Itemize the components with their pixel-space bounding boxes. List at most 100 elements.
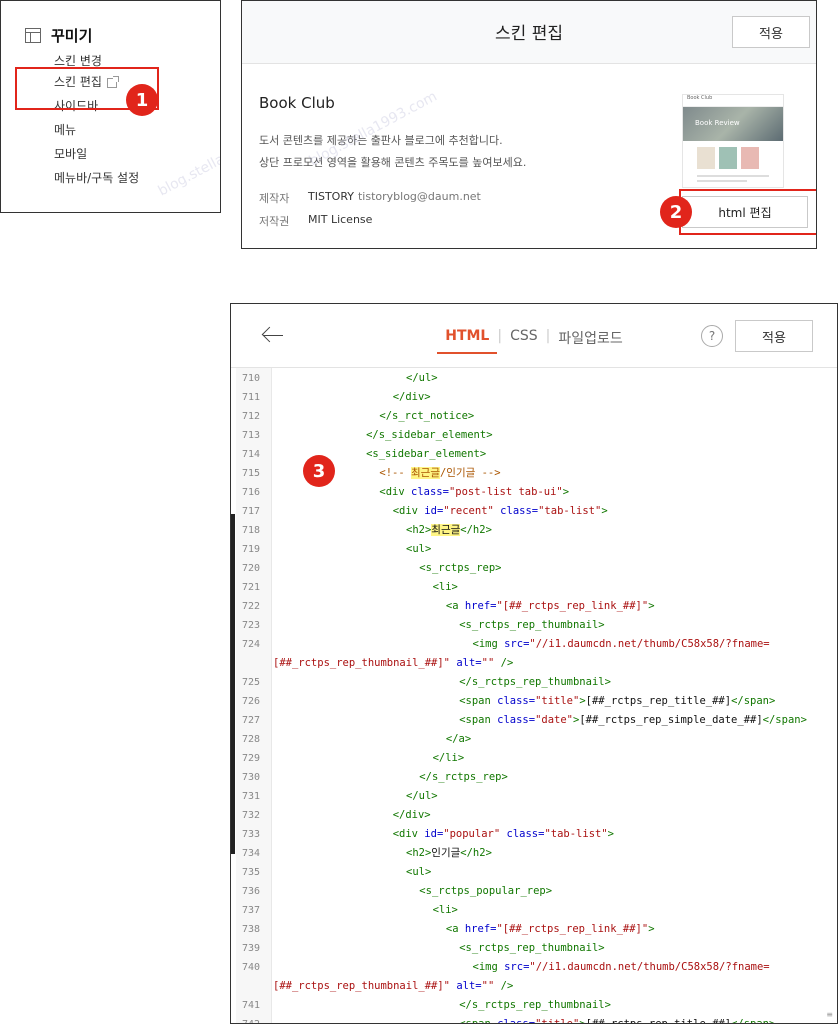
code-line[interactable]: [##_rctps_rep_thumbnail_##]" alt="" /> xyxy=(236,654,837,673)
code-line[interactable]: 738 <a href="[##_rctps_rep_link_##]"> xyxy=(236,920,837,939)
code-line[interactable]: 712 </s_rct_notice> xyxy=(236,407,837,426)
code-token: alt= xyxy=(456,657,482,669)
code-line[interactable]: 716 <div class="post-list tab-ui"> xyxy=(236,483,837,502)
tab-css[interactable]: CSS xyxy=(502,328,546,354)
code-line[interactable]: 727 <span class="date">[##_rctps_rep_simp… xyxy=(236,711,837,730)
code-line[interactable]: 726 <span class="title">[##_rctps_rep_tit… xyxy=(236,692,837,711)
code-token: [##_rctps_rep_simple_date_##] xyxy=(579,714,763,726)
code-line[interactable]: 736 <s_rctps_popular_rep> xyxy=(236,882,837,901)
code-text: <img src="//i1.daumcdn.net/thumb/C58x58/… xyxy=(273,958,770,977)
code-line[interactable]: 730 </s_rctps_rep> xyxy=(236,768,837,787)
code-token: "tab-list" xyxy=(544,828,608,840)
code-line[interactable]: 728 </a> xyxy=(236,730,837,749)
code-text: <div id="recent" class="tab-list"> xyxy=(273,502,608,521)
code-line[interactable]: 733 <div id="popular" class="tab-list"> xyxy=(236,825,837,844)
code-token: "" xyxy=(481,980,495,992)
line-number: 721 xyxy=(242,582,261,593)
code-text: </a> xyxy=(273,730,471,749)
layout-icon xyxy=(25,28,41,43)
line-number: 741 xyxy=(242,1000,261,1011)
thumbnail-line xyxy=(697,175,769,177)
menu-item-menu[interactable]: 메뉴 xyxy=(54,118,139,142)
code-token: </h2> xyxy=(460,524,492,536)
tab-html[interactable]: HTML xyxy=(437,328,498,354)
code-line[interactable]: 717 <div id="recent" class="tab-list"> xyxy=(236,502,837,521)
code-line[interactable]: 735 <ul> xyxy=(236,863,837,882)
code-line[interactable]: 740 <img src="//i1.daumcdn.net/thumb/C58x… xyxy=(236,958,837,977)
thumbnail-hero-text: Book Review xyxy=(695,119,740,127)
code-line[interactable]: 739 <s_rctps_rep_thumbnail> xyxy=(236,939,837,958)
line-number: 719 xyxy=(242,544,261,555)
code-line[interactable]: 722 <a href="[##_rctps_rep_link_##]"> xyxy=(236,597,837,616)
code-token: </span> xyxy=(731,1018,776,1024)
code-token: "//i1.daumcdn.net/thumb/C58x58/?fname= xyxy=(529,961,770,973)
code-line[interactable]: 741 </s_rctps_rep_thumbnail> xyxy=(236,996,837,1015)
thumbnail-card xyxy=(719,147,737,169)
code-token: </li> xyxy=(432,752,465,764)
code-line[interactable]: 710 </ul> xyxy=(236,369,837,388)
code-token: <span xyxy=(459,714,498,726)
thumbnail-cards xyxy=(683,141,783,175)
menu-item-label: 메뉴 xyxy=(54,123,77,137)
menu-item-label: 스킨 변경 xyxy=(54,54,102,68)
editor-apply-button[interactable]: 적용 xyxy=(735,320,813,352)
code-line[interactable]: 713 </s_sidebar_element> xyxy=(236,426,837,445)
code-token: </s_rctps_rep_thumbnail> xyxy=(459,999,611,1011)
code-token: </span> xyxy=(731,695,776,707)
code-token: <s_sidebar_element> xyxy=(366,448,487,460)
code-line[interactable]: 725 </s_rctps_rep_thumbnail> xyxy=(236,673,837,692)
line-number: 720 xyxy=(242,563,261,574)
code-line[interactable]: 711 </div> xyxy=(236,388,837,407)
code-token: id= xyxy=(424,828,444,840)
code-token: href= xyxy=(464,923,497,935)
code-token: "popular" xyxy=(443,828,501,840)
code-token: class= xyxy=(497,695,536,707)
code-text: </ul> xyxy=(273,787,438,806)
code-line[interactable]: 720 <s_rctps_rep> xyxy=(236,559,837,578)
code-token: 인기글 xyxy=(431,847,461,859)
skin-apply-button[interactable]: 적용 xyxy=(732,16,810,48)
code-token: /> xyxy=(500,657,514,669)
code-token: [##_rctps_rep_thumbnail_##]" xyxy=(273,657,451,669)
code-token: </span> xyxy=(762,714,807,726)
line-number: 716 xyxy=(242,487,261,498)
code-token: <a xyxy=(445,923,465,935)
code-token: <div xyxy=(379,486,411,498)
code-line[interactable]: 721 <li> xyxy=(236,578,837,597)
code-token: /> xyxy=(500,980,514,992)
tab-file-upload[interactable]: 파일업로드 xyxy=(550,328,630,354)
code-line[interactable]: 737 <li> xyxy=(236,901,837,920)
code-line[interactable]: 719 <ul> xyxy=(236,540,837,559)
code-line[interactable]: 732 </div> xyxy=(236,806,837,825)
menu-item-mobile[interactable]: 모바일 xyxy=(54,142,139,166)
code-token: id= xyxy=(424,505,444,517)
code-token: href= xyxy=(464,600,497,612)
code-line[interactable]: 742 <span class="title">[##_rctps_rep_tit… xyxy=(236,1015,837,1024)
skin-thumbnail: Book Club Book Review xyxy=(682,94,784,188)
author-email: tistoryblog@daum.net xyxy=(357,190,481,203)
code-line[interactable]: 723 <s_rctps_rep_thumbnail> xyxy=(236,616,837,635)
help-icon[interactable]: ? xyxy=(701,325,723,347)
line-number: 724 xyxy=(242,639,261,650)
code-token: <s_rctps_rep_thumbnail> xyxy=(459,619,605,631)
skin-description-line-2: 상단 프로모션 영역을 활용해 콘텐츠 주목도를 높여보세요. xyxy=(259,156,527,169)
code-line[interactable]: 734 <h2>인기글</h2> xyxy=(236,844,837,863)
line-number: 717 xyxy=(242,506,261,517)
code-editor-panel: HTML | CSS | 파일업로드 ? 적용 710 </ul> 711 </div… xyxy=(230,303,838,1024)
line-number: 725 xyxy=(242,677,261,688)
code-line[interactable]: 729 </li> xyxy=(236,749,837,768)
code-token: > xyxy=(648,923,655,935)
code-token: > xyxy=(562,486,570,498)
code-line[interactable]: [##_rctps_rep_thumbnail_##]" alt="" /> xyxy=(236,977,837,996)
menu-item-menubar-subscribe[interactable]: 메뉴바/구독 설정 xyxy=(54,166,139,190)
code-text: <h2>인기글</h2> xyxy=(273,844,492,863)
code-line[interactable]: 731 </ul> xyxy=(236,787,837,806)
line-number: 742 xyxy=(242,1015,268,1023)
code-token: </a> xyxy=(445,733,472,745)
resize-handle-icon[interactable]: ≡ xyxy=(826,1010,833,1019)
code-text: </s_sidebar_element> xyxy=(273,426,492,445)
code-line[interactable]: 718 <h2>최근글</h2> xyxy=(236,521,837,540)
code-token: "title" xyxy=(535,1018,580,1024)
code-line[interactable]: 724 <img src="//i1.daumcdn.net/thumb/C58x… xyxy=(236,635,837,654)
code-token: <h2> xyxy=(406,847,432,859)
